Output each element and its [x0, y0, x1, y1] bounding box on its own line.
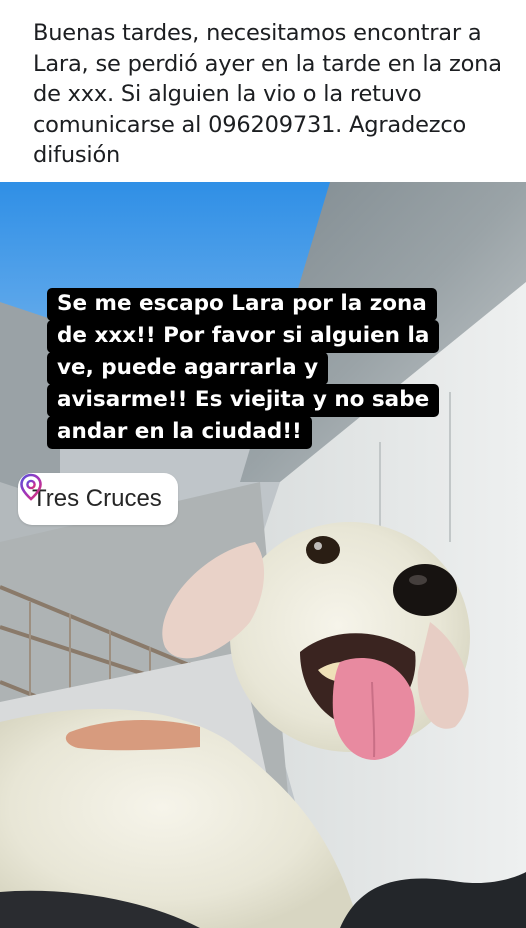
location-pin-icon	[20, 473, 42, 501]
caption-line: andar en la ciudad!!	[47, 416, 312, 449]
story-caption: Se me escapo Lara por la zona de xxx!! P…	[47, 288, 487, 449]
post-text: Buenas tardes, necesitamos encontrar a L…	[33, 20, 502, 168]
dog-photo[interactable]: Se me escapo Lara por la zona de xxx!! P…	[0, 182, 526, 928]
location-label: Tres Cruces	[32, 485, 162, 512]
caption-line: Se me escapo Lara por la zona	[47, 288, 437, 321]
caption-line: ve, puede agarrarla y	[47, 352, 329, 385]
caption-line: de xxx!! Por favor si alguien la	[47, 320, 440, 353]
location-sticker[interactable]: Tres Cruces	[18, 473, 178, 525]
caption-line: avisarme!! Es viejita y no sabe	[47, 384, 440, 417]
post-text-area: Buenas tardes, necesitamos encontrar a L…	[0, 0, 526, 182]
